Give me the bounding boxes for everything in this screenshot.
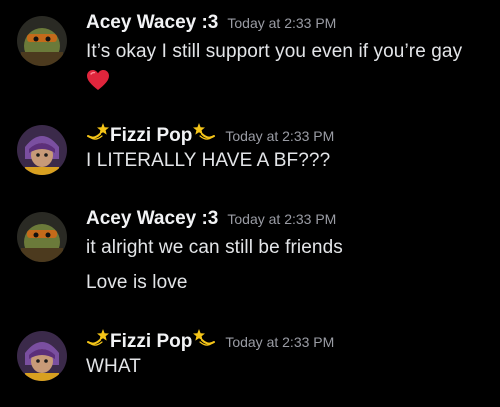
dizzy-star-icon bbox=[86, 121, 110, 141]
chat-message-list: Acey Wacey :3 Today at 2:33 PM It’s okay… bbox=[0, 0, 500, 407]
timestamp: Today at 2:33 PM bbox=[225, 128, 335, 144]
avatar-image bbox=[17, 125, 67, 175]
avatar-image bbox=[17, 331, 67, 381]
message-text: it alright we can still be friends bbox=[86, 237, 343, 258]
message-header: Fizzi Pop Today at 2:33 PM bbox=[86, 121, 334, 147]
timestamp: Today at 2:33 PM bbox=[225, 334, 335, 350]
message-text: WHAT bbox=[86, 356, 141, 377]
avatar-acey-wacey[interactable] bbox=[17, 212, 67, 262]
message-header: Acey Wacey :3 Today at 2:33 PM bbox=[86, 208, 336, 234]
timestamp: Today at 2:33 PM bbox=[227, 211, 337, 227]
avatar-acey-wacey[interactable] bbox=[17, 16, 67, 66]
dizzy-star-icon bbox=[86, 327, 110, 347]
message-text: Love is love bbox=[86, 272, 188, 293]
avatar-image bbox=[17, 16, 67, 66]
message-text: It’s okay I still support you even if yo… bbox=[86, 41, 463, 62]
message-header: Fizzi Pop Today at 2:33 PM bbox=[86, 327, 334, 353]
username[interactable]: Acey Wacey :3 bbox=[86, 208, 218, 230]
username[interactable]: Fizzi Pop bbox=[110, 331, 192, 353]
message-text: I LITERALLY HAVE A BF??? bbox=[86, 150, 331, 171]
avatar-fizzi-pop[interactable] bbox=[17, 331, 67, 381]
dizzy-star-icon bbox=[192, 327, 216, 347]
timestamp: Today at 2:33 PM bbox=[227, 15, 337, 31]
heart-emoji bbox=[86, 69, 110, 91]
avatar-image bbox=[17, 212, 67, 262]
avatar-fizzi-pop[interactable] bbox=[17, 125, 67, 175]
message-header: Acey Wacey :3 Today at 2:33 PM bbox=[86, 12, 336, 38]
username[interactable]: Fizzi Pop bbox=[110, 125, 192, 147]
username[interactable]: Acey Wacey :3 bbox=[86, 12, 218, 34]
dizzy-star-icon bbox=[192, 121, 216, 141]
